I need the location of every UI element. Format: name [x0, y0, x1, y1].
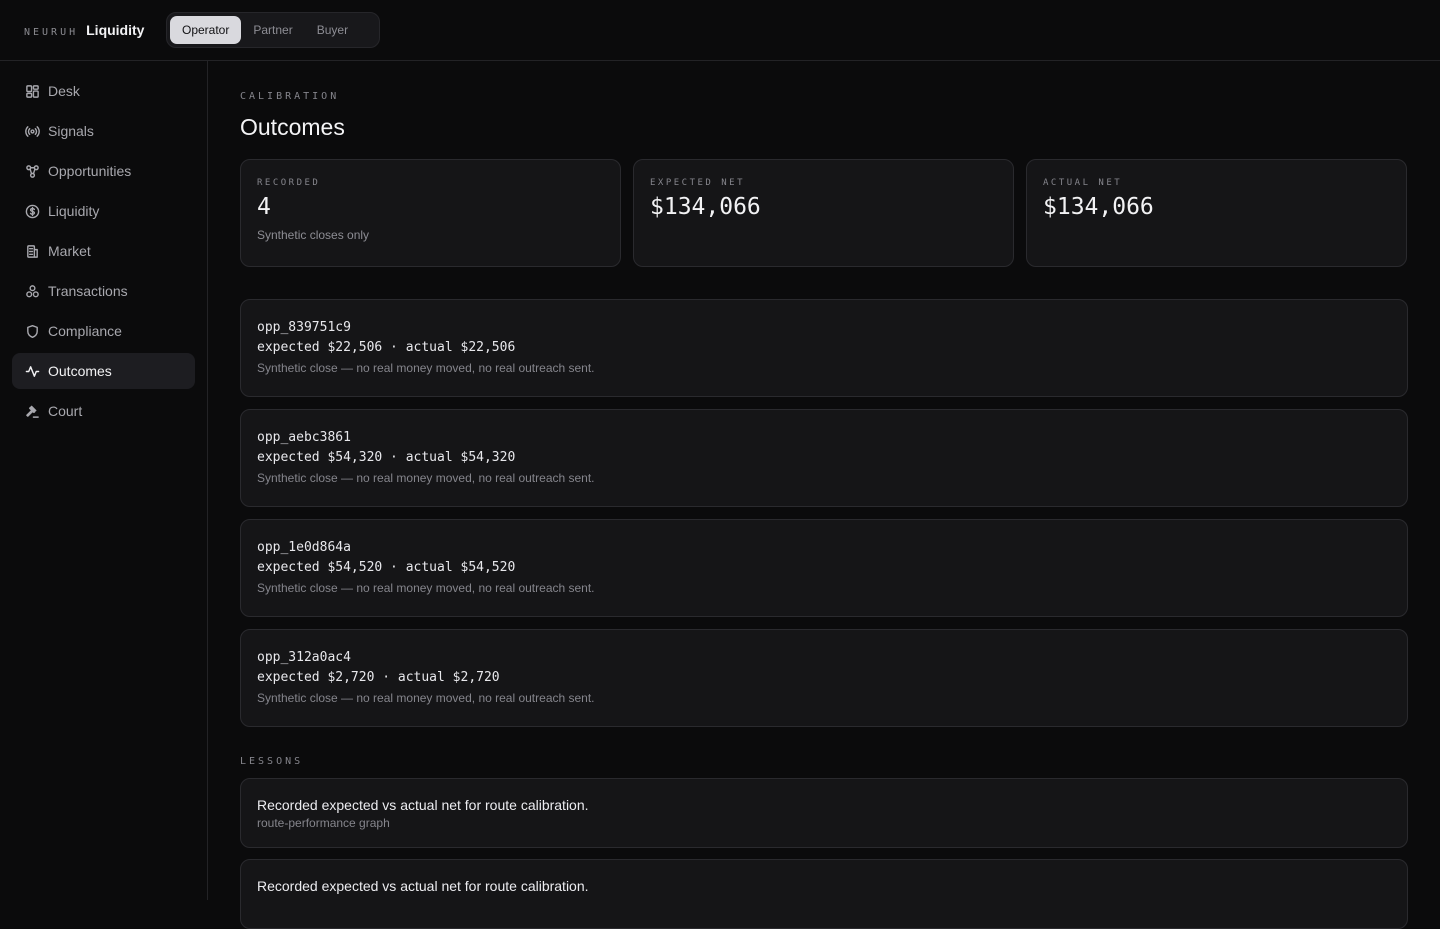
sidebar-item-outcomes[interactable]: Outcomes [12, 353, 195, 389]
stat-subtext: Synthetic closes only [257, 228, 370, 242]
sidebar-item-signals[interactable]: Signals [12, 113, 195, 149]
sidebar-item-liquidity[interactable]: Liquidity [12, 193, 195, 229]
radio-signal-icon [24, 123, 40, 139]
outcome-note: Synthetic close — no real money moved, n… [257, 691, 595, 705]
sidebar-item-court[interactable]: Court [12, 393, 195, 429]
role-operator-button[interactable]: Operator [170, 16, 242, 44]
stat-value: $134,066 [1043, 194, 1154, 220]
outcome-card[interactable]: opp_aebc3861 expected $54,320 · actual $… [240, 409, 1408, 507]
sidebar: Desk Signals Opportunities Liquidity Mar… [0, 61, 208, 900]
sidebar-item-label: Desk [48, 83, 80, 99]
brand-org: NEURUH [24, 27, 79, 38]
stats-row: RECORDED 4 Synthetic closes only EXPECTE… [240, 159, 1408, 267]
lesson-title: Recorded expected vs actual net for rout… [257, 797, 589, 813]
sidebar-item-desk[interactable]: Desk [12, 73, 195, 109]
page-eyebrow: CALIBRATION [240, 91, 340, 102]
page-title: Outcomes [240, 114, 345, 140]
sidebar-item-label: Outcomes [48, 363, 112, 379]
sidebar-item-compliance[interactable]: Compliance [12, 313, 195, 349]
stat-label: RECORDED [257, 178, 321, 188]
lessons-heading: LESSONS [240, 756, 304, 767]
gavel-icon [24, 403, 40, 419]
sidebar-item-label: Market [48, 243, 91, 259]
brand-logo[interactable]: NEURUH Liquidity [24, 22, 144, 38]
outcome-id: opp_839751c9 [257, 320, 351, 335]
role-buyer-button[interactable]: Buyer [305, 16, 360, 44]
stat-label: EXPECTED NET [650, 178, 746, 188]
sidebar-item-label: Court [48, 403, 83, 419]
top-bar: NEURUH Liquidity Operator Partner Buyer [0, 0, 1440, 61]
outcome-card[interactable]: opp_839751c9 expected $22,506 · actual $… [240, 299, 1408, 397]
cluster-icon [24, 283, 40, 299]
outcome-amounts: expected $54,520 · actual $54,520 [257, 560, 516, 575]
role-partner-button[interactable]: Partner [241, 16, 304, 44]
brand-product: Liquidity [86, 22, 145, 38]
activity-icon [24, 363, 40, 379]
sidebar-item-label: Transactions [48, 283, 128, 299]
outcome-note: Synthetic close — no real money moved, n… [257, 361, 595, 375]
sidebar-item-label: Opportunities [48, 163, 132, 179]
stat-card-recorded: RECORDED 4 Synthetic closes only [240, 159, 621, 267]
dashboard-icon [24, 83, 40, 99]
outcome-amounts: expected $2,720 · actual $2,720 [257, 670, 500, 685]
dollar-circle-icon [24, 203, 40, 219]
sidebar-item-market[interactable]: Market [12, 233, 195, 269]
building-icon [24, 243, 40, 259]
sidebar-item-label: Signals [48, 123, 94, 139]
outcome-note: Synthetic close — no real money moved, n… [257, 581, 595, 595]
stat-card-actual-net: ACTUAL NET $134,066 [1026, 159, 1407, 267]
sidebar-item-label: Liquidity [48, 203, 100, 219]
lesson-card: Recorded expected vs actual net for rout… [240, 778, 1408, 848]
shield-icon [24, 323, 40, 339]
outcomes-list: opp_839751c9 expected $22,506 · actual $… [240, 299, 1408, 727]
stat-value: $134,066 [650, 194, 761, 220]
lesson-title: Recorded expected vs actual net for rout… [257, 878, 589, 894]
sidebar-item-transactions[interactable]: Transactions [12, 273, 195, 309]
outcome-note: Synthetic close — no real money moved, n… [257, 471, 595, 485]
stat-card-expected-net: EXPECTED NET $134,066 [633, 159, 1014, 267]
outcome-id: opp_1e0d864a [257, 540, 351, 555]
role-switcher: Operator Partner Buyer [166, 12, 380, 48]
outcome-amounts: expected $54,320 · actual $54,320 [257, 450, 516, 465]
stat-value: 4 [257, 194, 271, 220]
sidebar-item-label: Compliance [48, 323, 122, 339]
lesson-card: Recorded expected vs actual net for rout… [240, 859, 1408, 929]
outcome-id: opp_aebc3861 [257, 430, 351, 445]
outcome-amounts: expected $22,506 · actual $22,506 [257, 340, 516, 355]
outcome-card[interactable]: opp_1e0d864a expected $54,520 · actual $… [240, 519, 1408, 617]
main-content: CALIBRATION Outcomes RECORDED 4 Syntheti… [240, 61, 1408, 929]
outcome-id: opp_312a0ac4 [257, 650, 351, 665]
outcome-card[interactable]: opp_312a0ac4 expected $2,720 · actual $2… [240, 629, 1408, 727]
sidebar-item-opportunities[interactable]: Opportunities [12, 153, 195, 189]
network-icon [24, 163, 40, 179]
stat-label: ACTUAL NET [1043, 178, 1123, 188]
lesson-source: route-performance graph [257, 816, 390, 830]
